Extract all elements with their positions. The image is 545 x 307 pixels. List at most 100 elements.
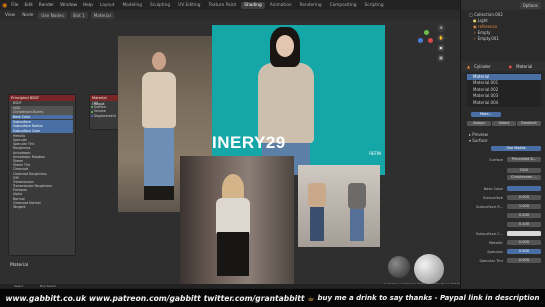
node-editor[interactable]: Principled BSDF BSDF GGX Christensen-Burle… [0, 20, 460, 288]
node-inputs: BSDF GGX Christensen-Burley Base Color Subsu… [9, 101, 75, 209]
axis-y-icon [424, 30, 429, 35]
use-nodes-button[interactable]: Use Nodes [491, 146, 541, 151]
surface-label: Surface [472, 138, 488, 143]
shader-field-value[interactable]: 0.000 [507, 195, 541, 200]
tab-rendering[interactable]: Rendering [297, 2, 325, 9]
tab-layout[interactable]: Layout [97, 2, 118, 9]
tab-shading[interactable]: Shading [241, 1, 265, 9]
shader-field-label: Metallic [489, 240, 503, 245]
axis-z-icon [418, 38, 423, 43]
matcap-preview-light[interactable] [414, 254, 444, 284]
material-slot-list[interactable]: Material Material.001 Material.002 Mater… [467, 73, 541, 107]
material-slot[interactable]: Material.004 [467, 100, 541, 106]
node-input-row[interactable]: Subsurface Radius [11, 124, 73, 129]
subsurface-method-select[interactable]: Christensen-... [507, 175, 541, 180]
hand-icon[interactable]: ✋ [437, 34, 445, 42]
material-selector[interactable]: Material [90, 11, 114, 19]
assign-row: Assign Select Deselect [461, 120, 545, 128]
use-nodes-toggle[interactable]: Use Nodes [38, 11, 67, 19]
shader-field-value[interactable]: 0.000 [507, 240, 541, 245]
blender-logo-icon[interactable]: ◉ [2, 2, 7, 9]
reference-photo-skirt[interactable] [180, 156, 294, 288]
photo-figure-boots [144, 186, 174, 200]
tab-modeling[interactable]: Modeling [119, 2, 145, 9]
photo-figure-legs [310, 207, 324, 241]
material-slot-label: Material.003 [473, 93, 499, 99]
node-input-row[interactable]: BSDF [9, 101, 75, 105]
node-input-row[interactable]: Subsurface Color [11, 129, 73, 134]
shader-field-value[interactable]: 0.500 [507, 249, 541, 254]
principled-bsdf-node[interactable]: Principled BSDF BSDF GGX Christensen-Burle… [8, 94, 76, 256]
outliner-item-label: Collection.002 [474, 12, 503, 17]
tab-scripting[interactable]: Scripting [362, 2, 387, 9]
banner-patreon: www.patreon.com/gabbitt [89, 293, 201, 303]
reference-photo-walk[interactable] [298, 165, 380, 247]
menu-edit[interactable]: Edit [22, 3, 34, 8]
object-icon: ▲ [467, 64, 471, 69]
select-button[interactable]: Select [492, 121, 516, 126]
axis-gizmo[interactable] [412, 28, 438, 54]
photo-figure-head [152, 52, 166, 70]
shader-field-value[interactable] [507, 186, 541, 191]
preview-label: Preview [472, 132, 488, 137]
node-input-row[interactable]: Base Color [11, 115, 73, 120]
node-input-row[interactable]: GGX [11, 105, 73, 110]
photo-figure [142, 72, 176, 128]
menu-node[interactable]: Node [20, 13, 35, 18]
node-row: Displacement [90, 114, 120, 118]
tab-texture-paint[interactable]: Texture Paint [206, 2, 240, 9]
outliner-item-label: Empty [477, 30, 491, 35]
photo-figure [258, 63, 314, 143]
shader-field-value[interactable]: 0.200 [507, 213, 541, 218]
deselect-button[interactable]: Deselect [517, 121, 541, 126]
reference-photo-studio[interactable]: INERY29 REFIN [212, 25, 385, 175]
menu-window[interactable]: Window [58, 3, 79, 8]
material-datablock-row: Mate... [461, 110, 545, 120]
menu-help[interactable]: Help [81, 3, 95, 8]
surface-shader-select[interactable]: Principled B... [507, 157, 541, 162]
shader-field-label: Subsurface C... [475, 231, 503, 236]
shader-field-value[interactable] [507, 231, 541, 236]
shader-field-value[interactable]: 0.100 [507, 222, 541, 227]
node-editor-header: View Node Use Nodes Slot 1 Material [0, 10, 460, 20]
tab-compositing[interactable]: Compositing [327, 2, 360, 9]
outliner-item-label: Light [477, 18, 488, 23]
menu-view[interactable]: View [3, 13, 17, 18]
assign-button[interactable]: Assign [467, 121, 491, 126]
shader-field-value[interactable]: 1.000 [507, 204, 541, 209]
material-datablock[interactable]: Mate... [471, 112, 501, 117]
node-row-label: Displacement [94, 113, 116, 118]
outliner-item[interactable]: ✧ Empty.001 [461, 36, 545, 42]
camera-icon[interactable]: ▣ [437, 44, 445, 52]
shader-field-label: Specular [487, 249, 503, 254]
grid-icon[interactable]: ▦ [437, 54, 445, 62]
surface-shader-label: Surface [489, 158, 503, 162]
node-input-row[interactable]: Subsurface [11, 119, 73, 124]
photo-figure-legs [144, 128, 174, 188]
shader-field-label: Subsurface R... [475, 204, 503, 209]
properties-object-name: Cylinder [474, 64, 491, 69]
photo-figure-face [276, 35, 294, 57]
status-bar: Select Box Select [0, 284, 460, 288]
zoom-icon[interactable]: ⊕ [437, 24, 445, 32]
outliner-options-button[interactable]: Options [519, 1, 541, 9]
menu-file[interactable]: File [9, 3, 20, 8]
node-input-row[interactable]: Christensen-Burley [11, 110, 73, 115]
tab-animation[interactable]: Animation [267, 2, 295, 9]
tab-sculpting[interactable]: Sculpting [147, 2, 173, 9]
outliner-item-label: reference [478, 24, 498, 29]
material-output-node[interactable]: Material Output All Surface Volume Displ… [89, 94, 121, 130]
editor-material-label: Material [10, 263, 29, 268]
outliner[interactable]: ▢ Collection.002 ● Light ▣ reference ✧ E… [461, 10, 545, 62]
properties-material-tab[interactable]: Material [516, 64, 532, 69]
banner-website: www.gabbitt.co.uk [5, 293, 87, 303]
node-input-row[interactable]: Tangent [9, 205, 75, 209]
distribution-select[interactable]: GGX [507, 168, 541, 173]
matcap-preview-dark[interactable] [388, 256, 410, 278]
menu-render[interactable]: Render [37, 3, 56, 8]
photo-figure [216, 198, 250, 234]
shader-field-value[interactable]: 0.000 [507, 258, 541, 263]
tab-uv-editing[interactable]: UV Editing [175, 2, 203, 9]
slot-selector[interactable]: Slot 1 [69, 11, 88, 19]
surface-panel: Use Nodes Surface Principled B... GGX Ch… [461, 144, 545, 284]
